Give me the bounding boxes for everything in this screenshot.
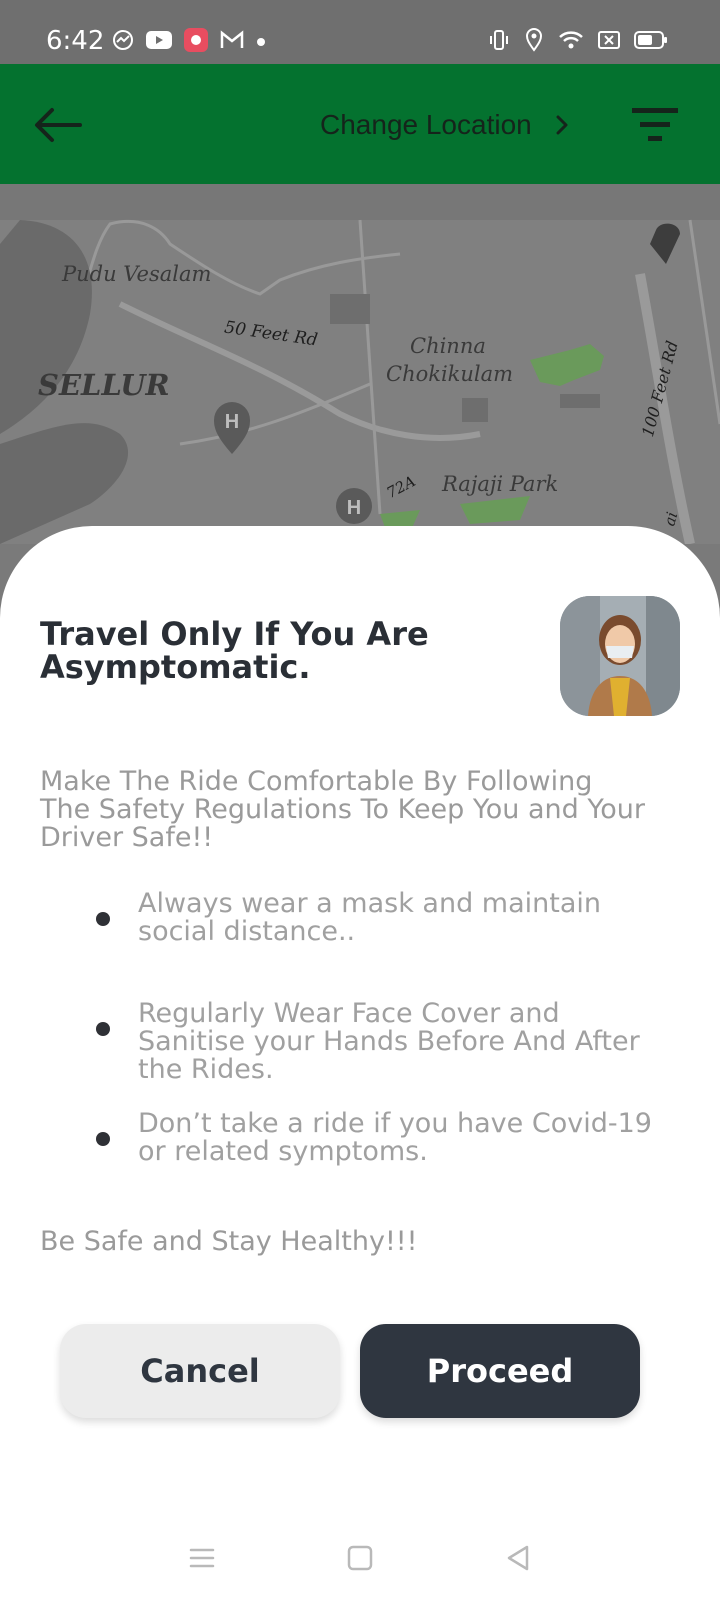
map-label-chokikulam: Chokikulam: [386, 362, 514, 386]
mask-person-image: [560, 596, 680, 716]
svg-text:H: H: [347, 497, 361, 519]
change-location-label: Change Location: [320, 109, 532, 140]
map-view[interactable]: H H Pudu Vesalam SELLUR 50 Feet Rd Chinn…: [0, 184, 720, 544]
bullet-text: Don’t take a ride if you have Covid-19 o…: [138, 1108, 652, 1167]
map-label-sellur: SELLUR: [38, 368, 170, 402]
sheet-title: Travel Only If You Are Asymptomatic.: [40, 615, 429, 686]
sheet-intro: Make The Ride Comfortable By Following T…: [40, 768, 680, 852]
cancel-button[interactable]: Cancel: [60, 1324, 340, 1418]
intro-line-1: Make The Ride Comfortable By Following: [40, 766, 593, 797]
status-bar: 6:42: [0, 0, 720, 64]
safety-bullet-2: Regularly Wear Face Cover and Sanitise y…: [96, 1000, 656, 1084]
app-icon: [184, 28, 208, 57]
change-location-button[interactable]: Change Location: [320, 104, 570, 146]
bullet-dot: [96, 1132, 110, 1146]
closing-text: Be Safe and Stay Healthy!!!: [40, 1226, 418, 1257]
map-label-rajaji-park: Rajaji Park: [442, 472, 559, 496]
map-label-pudu-vesalam: Pudu Vesalam: [62, 262, 212, 286]
dot-icon: [256, 34, 266, 52]
status-icons-right: [488, 28, 668, 57]
back-triangle-icon[interactable]: [505, 1544, 531, 1577]
filter-icon: [632, 108, 678, 141]
safety-bottom-sheet: Travel Only If You Are Asymptomatic. Mak…: [0, 526, 720, 1600]
app-header: Change Location: [0, 64, 720, 184]
battery-icon: [634, 30, 668, 55]
bullet-dot: [96, 1022, 110, 1036]
status-icons-left: [112, 28, 266, 57]
close-box-icon: [598, 30, 620, 55]
map-label-chinna: Chinna: [410, 334, 486, 358]
system-navigation-bar: [0, 1520, 720, 1600]
gmail-icon: [220, 30, 244, 55]
intro-line-2: The Safety Regulations To Keep You and Y…: [40, 794, 646, 825]
back-arrow-icon: [35, 108, 82, 142]
messenger-icon: [112, 29, 134, 56]
back-button[interactable]: [30, 100, 86, 150]
safety-bullet-3: Don’t take a ride if you have Covid-19 o…: [96, 1110, 656, 1166]
wifi-icon: [558, 29, 584, 56]
bullet-text: Regularly Wear Face Cover and Sanitise y…: [138, 998, 640, 1085]
filter-button[interactable]: [630, 104, 680, 148]
hospital-marker-2: H: [336, 488, 372, 524]
chevron-right-icon: [556, 115, 568, 135]
proceed-button[interactable]: Proceed: [360, 1324, 640, 1418]
map-graphic: H H: [0, 184, 720, 544]
home-icon[interactable]: [347, 1545, 373, 1576]
youtube-icon: [146, 30, 172, 55]
vibrate-icon: [488, 29, 510, 56]
menu-icon[interactable]: [189, 1546, 215, 1575]
location-icon: [524, 28, 544, 57]
svg-text:H: H: [225, 411, 239, 433]
bullet-dot: [96, 912, 110, 926]
safety-bullet-1: Always wear a mask and maintain social d…: [96, 890, 656, 946]
intro-line-3: Driver Safe!!: [40, 822, 214, 853]
status-time: 6:42: [46, 26, 105, 56]
bullet-text: Always wear a mask and maintain social d…: [138, 888, 601, 947]
mask-person-image-graphic: [560, 596, 680, 716]
